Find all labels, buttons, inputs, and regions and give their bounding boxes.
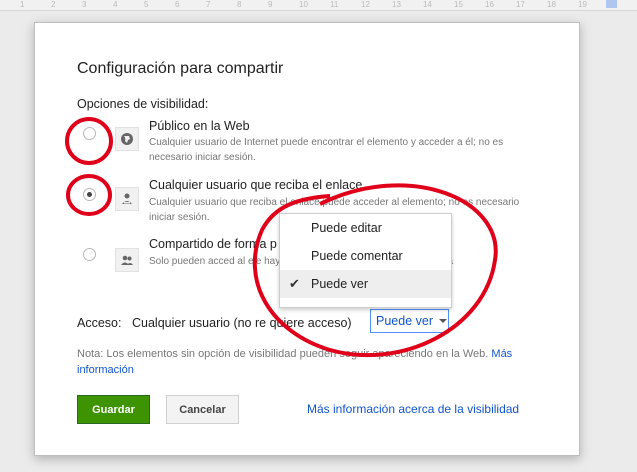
radio-anyone-with-link[interactable] bbox=[83, 188, 96, 201]
ruler-tick: 2 bbox=[51, 0, 56, 9]
option-private-title: Compartido de forma p bbox=[149, 237, 277, 251]
save-button[interactable]: Guardar bbox=[77, 395, 150, 424]
ruler-tick: 9 bbox=[268, 0, 273, 9]
visibility-note: Nota: Los elementos sin opción de visibi… bbox=[77, 346, 517, 378]
ruler-tick: 5 bbox=[144, 0, 149, 9]
ruler: 1 2 3 4 5 6 7 8 9 10 11 12 13 14 15 16 17 18 19 bbox=[0, 0, 637, 11]
chevron-down-icon bbox=[438, 319, 447, 323]
radio-private[interactable] bbox=[83, 248, 96, 261]
checkmark-icon: ✔ bbox=[289, 276, 300, 291]
visibility-info-link[interactable]: Más información acerca de la visibilidad bbox=[307, 402, 519, 416]
ruler-tick: 10 bbox=[299, 0, 308, 9]
note-text: Nota: Los elementos sin opción de visibi… bbox=[77, 348, 489, 360]
ruler-tick: 13 bbox=[392, 0, 401, 9]
option-public-description: Cualquier usuario de Internet puede enco… bbox=[149, 137, 504, 163]
ruler-tick: 14 bbox=[423, 0, 432, 9]
ruler-tick: 7 bbox=[206, 0, 211, 9]
ruler-tick: 11 bbox=[330, 0, 339, 9]
option-link-title: Cualquier usuario que reciba el enlace bbox=[149, 178, 363, 192]
menu-item-label: Puede editar bbox=[311, 221, 382, 235]
ruler-tick: 19 bbox=[578, 0, 587, 9]
access-value: Cualquier usuario (no re quiere acceso) bbox=[132, 316, 352, 330]
dialog-title: Configuración para compartir bbox=[77, 60, 284, 77]
link-user-icon bbox=[115, 187, 139, 211]
option-public-title: Público en la Web bbox=[149, 119, 250, 133]
ruler-tick: 12 bbox=[361, 0, 370, 9]
people-icon bbox=[115, 248, 139, 272]
cancel-button[interactable]: Cancelar bbox=[166, 395, 239, 424]
permission-dropdown[interactable]: Puede ver bbox=[370, 309, 449, 333]
ruler-tick: 3 bbox=[82, 0, 87, 9]
ruler-tick: 1 bbox=[20, 0, 25, 9]
ruler-tick: 15 bbox=[454, 0, 463, 9]
menu-item-can-edit[interactable]: Puede editar bbox=[280, 214, 451, 242]
radio-public-web[interactable] bbox=[83, 127, 96, 140]
ruler-tick: 8 bbox=[237, 0, 242, 9]
access-label: Acceso: bbox=[77, 316, 122, 330]
permission-menu: Puede editar Puede comentar ✔ Puede ver bbox=[279, 213, 452, 308]
menu-item-label: Puede comentar bbox=[311, 249, 403, 263]
menu-item-label: Puede ver bbox=[311, 277, 368, 291]
ruler-tick: 4 bbox=[113, 0, 118, 9]
visibility-options-label: Opciones de visibilidad: bbox=[77, 97, 209, 111]
ruler-marker[interactable] bbox=[606, 0, 617, 8]
ruler-tick: 6 bbox=[175, 0, 180, 9]
ruler-tick: 16 bbox=[485, 0, 494, 9]
menu-item-can-view[interactable]: ✔ Puede ver bbox=[280, 270, 451, 298]
menu-item-can-comment[interactable]: Puede comentar bbox=[280, 242, 451, 270]
permission-dropdown-value: Puede ver bbox=[376, 314, 433, 328]
ruler-tick: 18 bbox=[547, 0, 556, 9]
globe-icon bbox=[115, 127, 139, 151]
ruler-tick: 17 bbox=[516, 0, 525, 9]
